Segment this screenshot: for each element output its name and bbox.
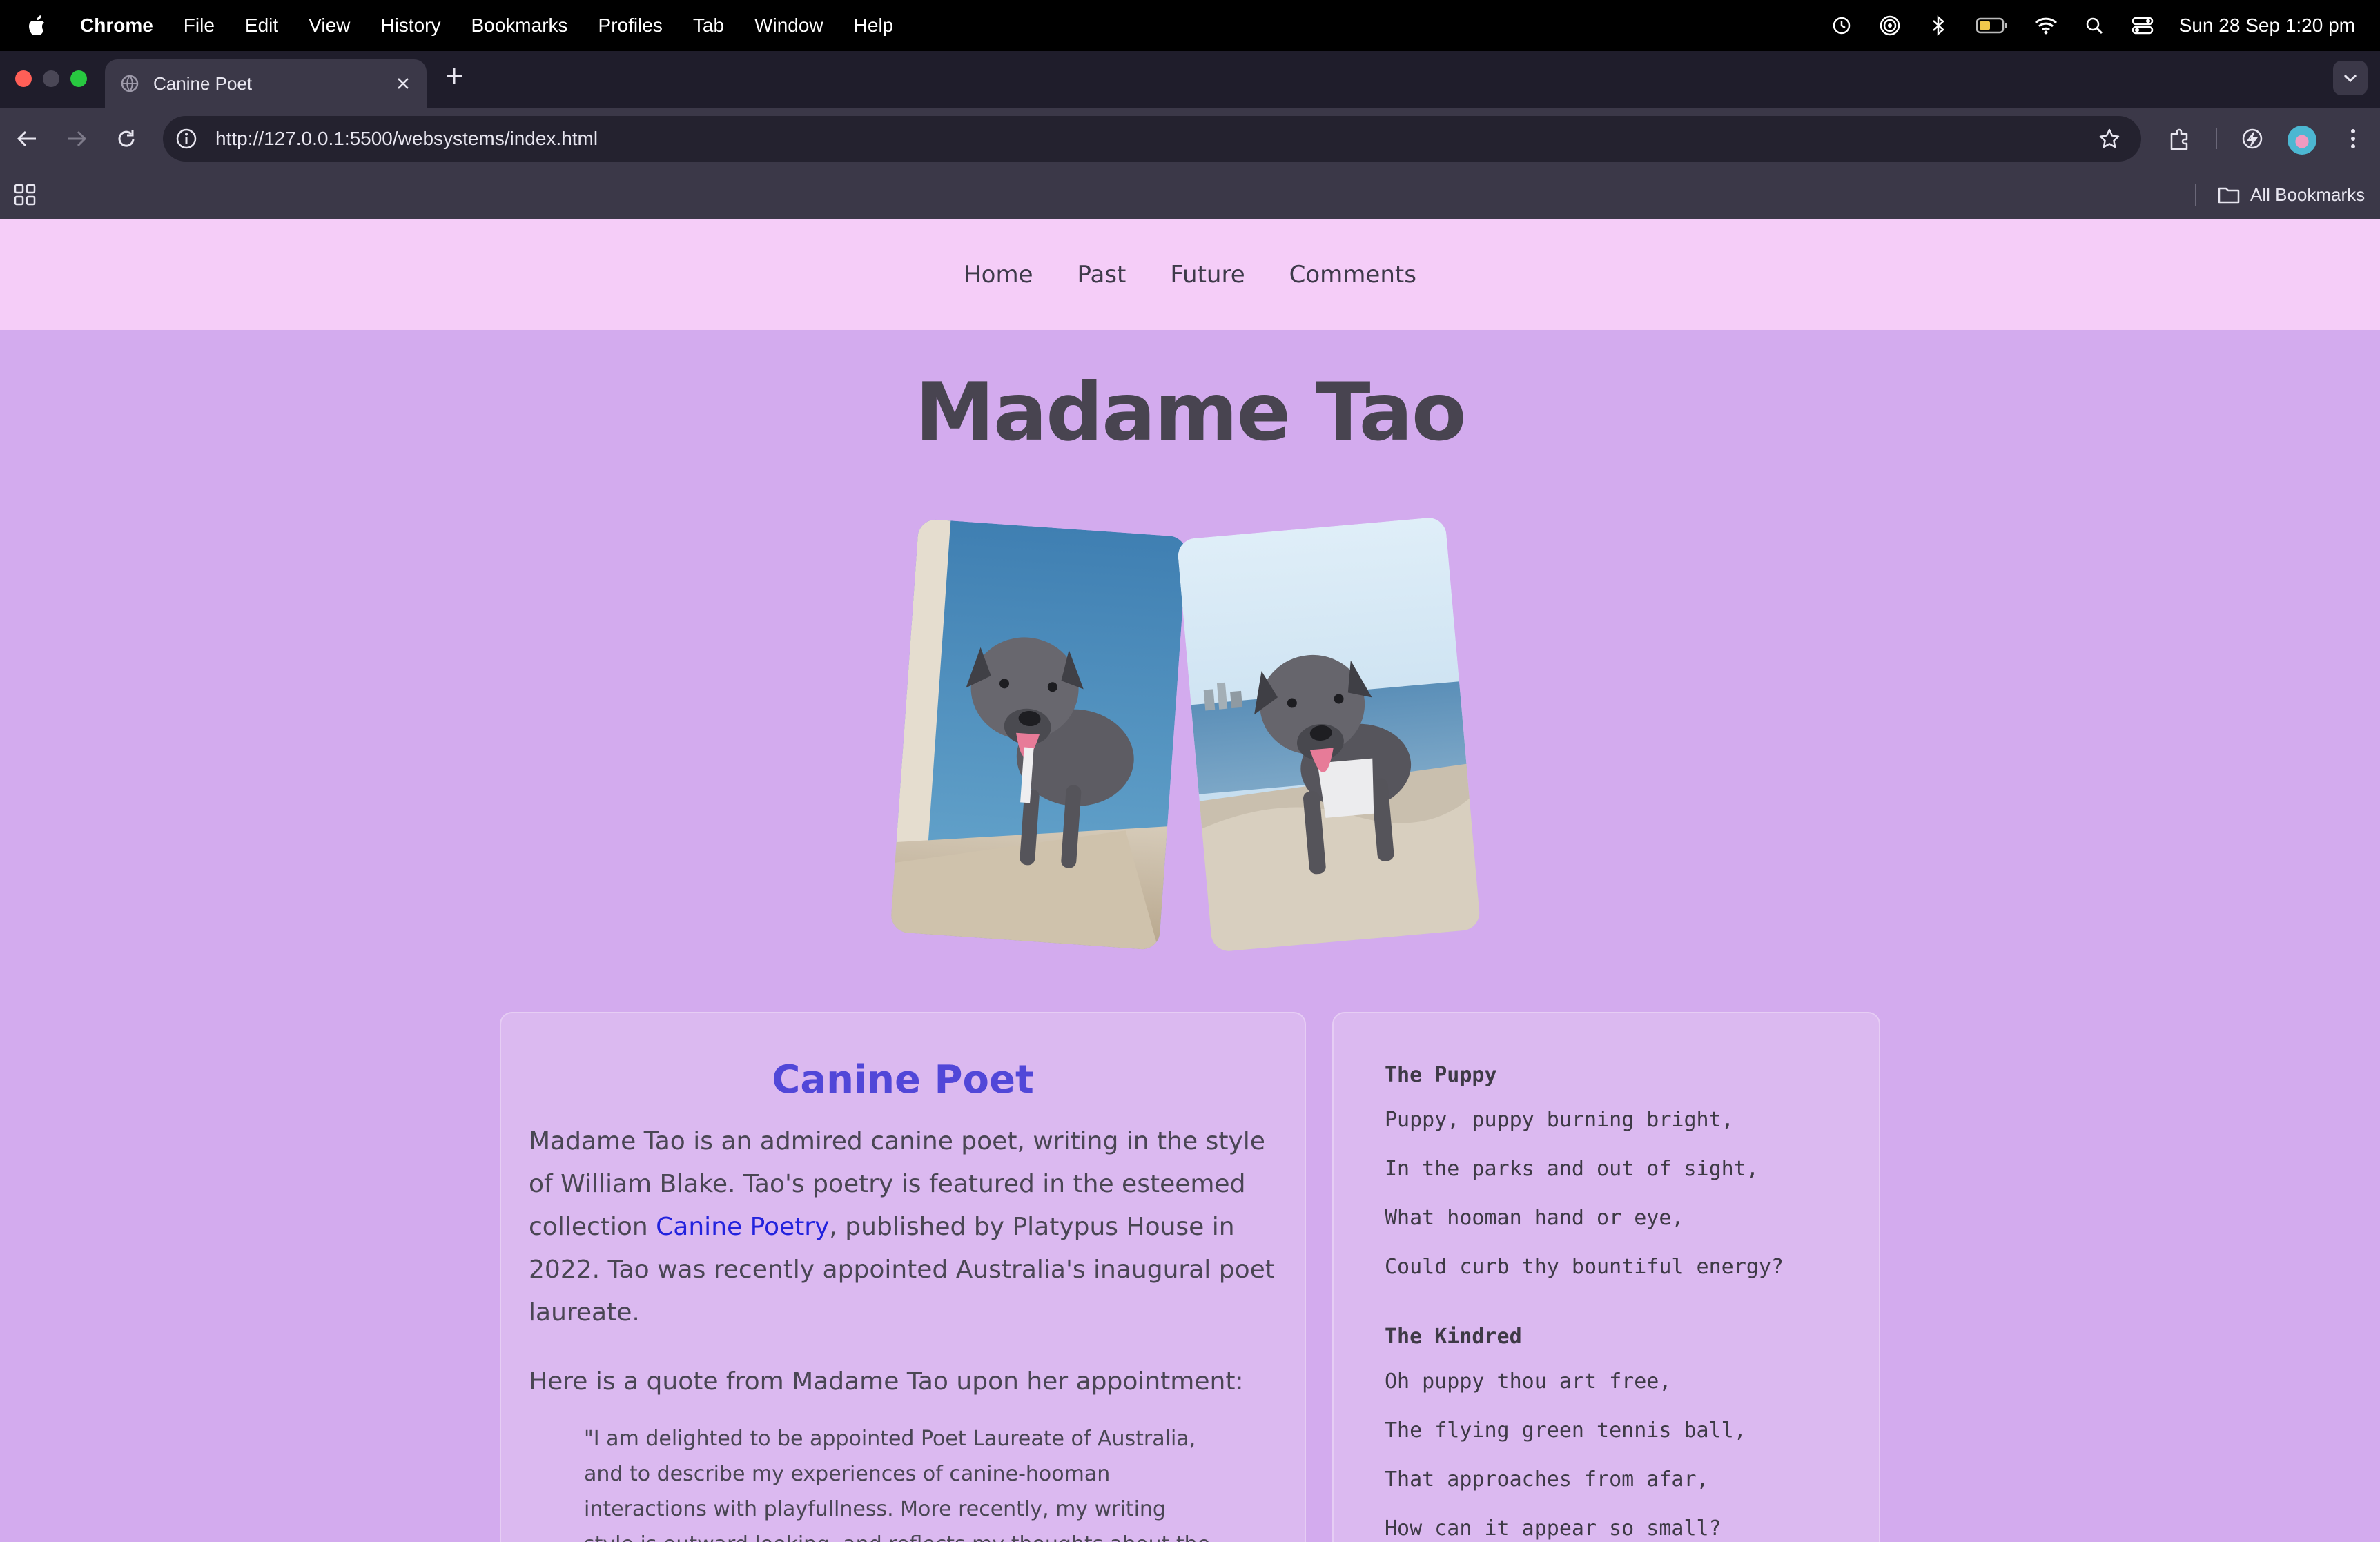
site-navigation: Home Past Future Comments xyxy=(0,219,2380,330)
nav-link-comments[interactable]: Comments xyxy=(1289,261,1416,289)
browser-toolbar: http://127.0.0.1:5500/websystems/index.h… xyxy=(0,108,2380,170)
menu-view[interactable]: View xyxy=(309,14,350,37)
menu-history[interactable]: History xyxy=(380,14,440,37)
apple-logo-icon[interactable] xyxy=(23,12,51,39)
menu-profiles[interactable]: Profiles xyxy=(598,14,663,37)
more-menu-icon[interactable] xyxy=(2337,123,2369,155)
profile-avatar[interactable] xyxy=(2288,126,2316,155)
tab-close-icon[interactable] xyxy=(389,70,417,97)
all-bookmarks-button[interactable]: All Bookmarks xyxy=(2217,179,2365,210)
bio-paragraph: Madame Tao is an admired canine poet, wr… xyxy=(529,1120,1277,1334)
spotlight-search-icon[interactable] xyxy=(2082,14,2106,37)
tab-title: Canine Poet xyxy=(153,72,253,94)
poem-title: The Puppy xyxy=(1385,1063,1497,1087)
window-close-button[interactable] xyxy=(15,70,32,87)
bookmarks-bar: All Bookmarks xyxy=(0,170,2380,219)
poem-the-kindred: The Kindred Oh puppy thou art free, The … xyxy=(1385,1325,1879,1541)
menu-bar-clock[interactable]: Sun 28 Sep 1:20 pm xyxy=(2179,14,2355,37)
menu-edit[interactable]: Edit xyxy=(245,14,278,37)
window-minimize-button[interactable] xyxy=(43,70,59,87)
quote-intro: Here is a quote from Madame Tao upon her… xyxy=(529,1367,1244,1396)
poem-line: Oh puppy thou art free, xyxy=(1385,1369,1672,1394)
poem-the-puppy: The Puppy Puppy, puppy burning bright, I… xyxy=(1385,1063,1879,1279)
forward-button[interactable] xyxy=(61,123,92,155)
nav-link-home[interactable]: Home xyxy=(964,261,1033,289)
menu-window[interactable]: Window xyxy=(754,14,823,37)
back-button[interactable] xyxy=(11,123,43,155)
wifi-icon[interactable] xyxy=(2034,14,2058,37)
bio-card: Canine Poet Madame Tao is an admired can… xyxy=(500,1012,1306,1542)
reload-button[interactable] xyxy=(110,123,142,155)
poem-line: What hooman hand or eye, xyxy=(1385,1206,1684,1230)
new-tab-button[interactable] xyxy=(440,62,468,90)
poem-line: Puppy, puppy burning bright, xyxy=(1385,1108,1734,1132)
nav-link-future[interactable]: Future xyxy=(1170,261,1245,289)
poems-card: The Puppy Puppy, puppy burning bright, I… xyxy=(1332,1012,1880,1542)
control-center-icon[interactable] xyxy=(2131,14,2154,37)
address-bar[interactable]: http://127.0.0.1:5500/websystems/index.h… xyxy=(163,116,2141,162)
tab-strip: Canine Poet xyxy=(0,51,2380,108)
poem-line: In the parks and out of sight, xyxy=(1385,1157,1759,1181)
window-zoom-button[interactable] xyxy=(70,70,87,87)
performance-icon[interactable] xyxy=(2236,123,2268,155)
menu-tab[interactable]: Tab xyxy=(693,14,724,37)
tab-canine-poet[interactable]: Canine Poet xyxy=(105,59,427,108)
site-info-icon[interactable] xyxy=(171,124,202,154)
arrow-right-icon xyxy=(68,130,87,147)
folder-icon xyxy=(2218,187,2240,204)
poem-line: Could curb thy bountiful energy? xyxy=(1385,1255,1784,1279)
web-page: Home Past Future Comments Madame Tao Can… xyxy=(0,219,2380,1542)
poem-line: That approaches from afar, xyxy=(1385,1467,1709,1492)
chevron-down-icon xyxy=(2343,74,2357,83)
bookmarks-divider xyxy=(2195,184,2196,206)
page-title: Madame Tao xyxy=(915,366,1466,459)
reload-icon xyxy=(118,130,135,147)
toolbar-divider xyxy=(2216,128,2217,149)
tab-search-button[interactable] xyxy=(2333,61,2368,95)
battery-icon[interactable] xyxy=(1975,14,2009,37)
poem-line: How can it appear so small? xyxy=(1385,1516,1721,1541)
poem-line: The flying green tennis ball, xyxy=(1385,1418,1746,1443)
url-text[interactable]: http://127.0.0.1:5500/websystems/index.h… xyxy=(215,128,2094,150)
menu-bookmarks[interactable]: Bookmarks xyxy=(471,14,567,37)
bio-heading: Canine Poet xyxy=(772,1057,1034,1102)
time-machine-icon[interactable] xyxy=(1830,14,1853,37)
poem-title: The Kindred xyxy=(1385,1325,1522,1349)
canine-poetry-link[interactable]: Canine Poetry xyxy=(656,1213,829,1241)
bluetooth-icon[interactable] xyxy=(1927,14,1950,37)
globe-icon xyxy=(121,75,139,92)
menu-app-name[interactable]: Chrome xyxy=(80,14,153,37)
bookmark-star-icon[interactable] xyxy=(2094,124,2125,154)
all-bookmarks-label: All Bookmarks xyxy=(2250,184,2366,205)
dog-photo-right xyxy=(1176,516,1481,953)
menu-help[interactable]: Help xyxy=(854,14,894,37)
dog-photo-left xyxy=(890,518,1188,950)
apps-grid-icon[interactable] xyxy=(12,182,37,207)
nav-link-past[interactable]: Past xyxy=(1077,261,1126,289)
airdrop-icon[interactable] xyxy=(1878,14,1902,37)
extensions-icon[interactable] xyxy=(2163,123,2195,155)
arrow-left-icon xyxy=(17,130,36,147)
macos-menu-bar: Chrome File Edit View History Bookmarks … xyxy=(0,0,2380,51)
menu-file[interactable]: File xyxy=(184,14,215,37)
poet-quote: "I am delighted to be appointed Poet Lau… xyxy=(584,1427,1210,1542)
